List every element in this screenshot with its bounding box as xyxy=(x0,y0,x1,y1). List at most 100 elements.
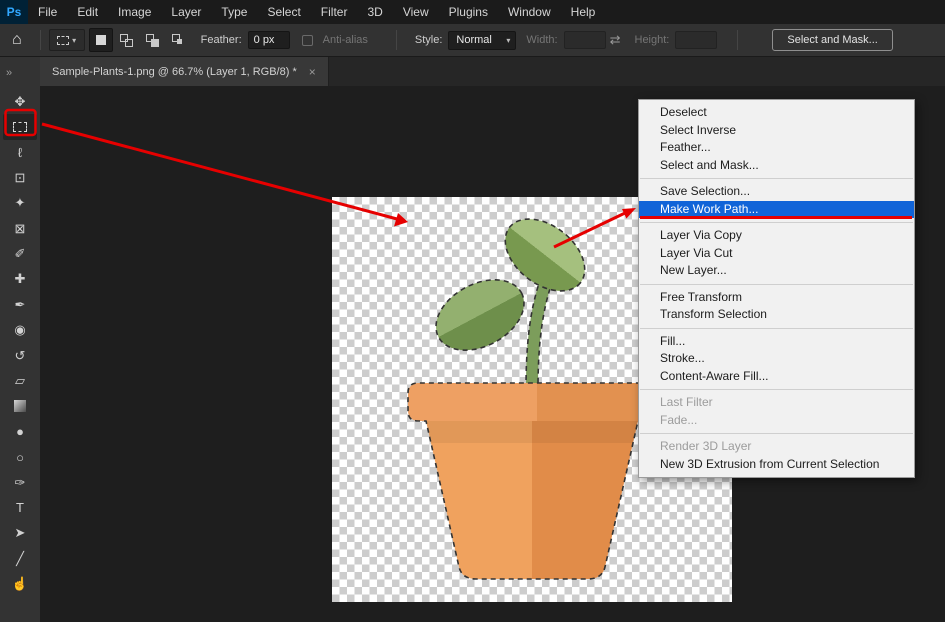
brush-tool[interactable]: ✒ xyxy=(3,292,37,317)
subtract-selection-icon xyxy=(146,34,159,47)
chevron-down-icon: ▾ xyxy=(72,36,76,45)
menu-item-layer-via-cut[interactable]: Layer Via Cut xyxy=(639,245,914,263)
healing-brush-icon: ✚ xyxy=(15,271,26,287)
menu-item-feather[interactable]: Feather... xyxy=(639,139,914,157)
menu-separator xyxy=(640,433,913,434)
menu-file[interactable]: File xyxy=(28,0,67,24)
home-icon[interactable]: ⌂ xyxy=(12,31,22,49)
menu-edit[interactable]: Edit xyxy=(67,0,108,24)
add-selection-icon xyxy=(120,34,133,47)
style-label: Style: xyxy=(415,34,443,46)
menu-item-stroke[interactable]: Stroke... xyxy=(639,350,914,368)
menu-item-last-filter: Last Filter xyxy=(639,394,914,412)
subtract-from-selection-button[interactable] xyxy=(141,28,165,52)
move-tool[interactable]: ✥ xyxy=(3,89,37,114)
dodge-icon: ○ xyxy=(16,450,24,465)
menu-item-make-work-path[interactable]: Make Work Path... xyxy=(639,201,914,219)
dodge-tool[interactable]: ○ xyxy=(3,444,37,469)
new-selection-button[interactable] xyxy=(89,28,113,52)
selection-mode-group xyxy=(89,28,191,52)
eraser-tool[interactable]: ▱ xyxy=(3,368,37,393)
menu-item-transform-selection[interactable]: Transform Selection xyxy=(639,306,914,324)
menu-item-select-inverse[interactable]: Select Inverse xyxy=(639,122,914,140)
hand-icon: ☝ xyxy=(12,576,28,592)
move-icon: ✥ xyxy=(15,94,26,110)
menu-type[interactable]: Type xyxy=(211,0,257,24)
menu-item-deselect[interactable]: Deselect xyxy=(639,104,914,122)
eyedropper-tool[interactable]: ✐ xyxy=(3,241,37,266)
menu-item-free-transform[interactable]: Free Transform xyxy=(639,289,914,307)
add-to-selection-button[interactable] xyxy=(115,28,139,52)
pot-shadow-band xyxy=(426,421,638,443)
eyedropper-icon: ✐ xyxy=(15,246,26,262)
menu-item-layer-via-copy[interactable]: Layer Via Copy xyxy=(639,227,914,245)
gradient-tool[interactable] xyxy=(3,394,37,419)
collapse-panel-icon[interactable]: » xyxy=(0,57,40,89)
menu-separator xyxy=(640,222,913,223)
height-input[interactable] xyxy=(675,31,717,49)
rectangular-marquee-tool[interactable] xyxy=(3,114,37,139)
document-tab[interactable]: Sample-Plants-1.png @ 66.7% (Layer 1, RG… xyxy=(40,57,329,86)
line-tool[interactable]: ╱ xyxy=(3,546,37,571)
history-brush-tool[interactable]: ↺ xyxy=(3,343,37,368)
close-icon[interactable]: × xyxy=(309,65,316,79)
type-icon: T xyxy=(16,500,24,515)
lasso-tool[interactable]: ℓ xyxy=(3,140,37,165)
menu-item-select-and-mask[interactable]: Select and Mask... xyxy=(639,157,914,175)
menu-help[interactable]: Help xyxy=(561,0,606,24)
marquee-icon xyxy=(57,36,69,45)
line-icon: ╱ xyxy=(16,551,24,567)
menu-separator xyxy=(640,389,913,390)
menu-view[interactable]: View xyxy=(393,0,439,24)
menu-item-fade: Fade... xyxy=(639,412,914,430)
frame-tool[interactable]: ⊠ xyxy=(3,216,37,241)
feather-label: Feather: xyxy=(201,34,242,46)
intersect-selection-button[interactable] xyxy=(167,28,191,52)
path-selection-tool[interactable]: ➤ xyxy=(3,521,37,546)
feather-input[interactable]: 0 px xyxy=(248,31,290,49)
menu-window[interactable]: Window xyxy=(498,0,561,24)
menu-filter[interactable]: Filter xyxy=(311,0,358,24)
menu-separator xyxy=(640,284,913,285)
path-selection-icon: ➤ xyxy=(15,525,26,541)
plant-leaf-left xyxy=(424,266,536,365)
menu-select[interactable]: Select xyxy=(257,0,310,24)
swap-dimensions-icon[interactable]: ⇄ xyxy=(610,32,621,48)
divider xyxy=(737,30,738,50)
width-input[interactable] xyxy=(564,31,606,49)
blur-tool[interactable]: ● xyxy=(3,419,37,444)
menu-3d[interactable]: 3D xyxy=(357,0,392,24)
menu-item-save-selection[interactable]: Save Selection... xyxy=(639,183,914,201)
divider xyxy=(396,30,397,50)
menu-item-content-aware-fill[interactable]: Content-Aware Fill... xyxy=(639,368,914,386)
quick-selection-tool[interactable]: ✦ xyxy=(3,191,37,216)
tools-panel: » ✥ ℓ ⊡ ✦ ⊠ ✐ ✚ ✒ ◉ ↺ ▱ ● ○ ✑ T ➤ ╱ ☝ xyxy=(0,57,40,622)
object-selection-tool[interactable]: ⊡ xyxy=(3,165,37,190)
menu-item-fill[interactable]: Fill... xyxy=(639,333,914,351)
brush-icon: ✒ xyxy=(15,297,26,313)
select-and-mask-button[interactable]: Select and Mask... xyxy=(772,29,893,51)
menu-plugins[interactable]: Plugins xyxy=(439,0,498,24)
menu-item-new-3d-extrusion[interactable]: New 3D Extrusion from Current Selection xyxy=(639,456,914,474)
style-select[interactable]: Normal ▾ xyxy=(448,31,516,50)
hand-tool[interactable]: ☝ xyxy=(3,571,37,596)
tool-preset-dropdown[interactable]: ▾ xyxy=(49,29,85,51)
menu-layer[interactable]: Layer xyxy=(161,0,211,24)
menu-item-new-layer[interactable]: New Layer... xyxy=(639,262,914,280)
type-tool[interactable]: T xyxy=(3,495,37,520)
menu-image[interactable]: Image xyxy=(108,0,161,24)
menu-separator xyxy=(640,178,913,179)
rectangular-marquee-icon xyxy=(13,122,27,132)
anti-alias-checkbox[interactable] xyxy=(302,35,313,46)
pen-tool[interactable]: ✑ xyxy=(3,470,37,495)
menu-separator xyxy=(640,328,913,329)
eraser-icon: ▱ xyxy=(15,373,25,389)
document-tab-bar: Sample-Plants-1.png @ 66.7% (Layer 1, RG… xyxy=(40,57,945,86)
healing-brush-tool[interactable]: ✚ xyxy=(3,267,37,292)
new-selection-icon xyxy=(96,35,106,45)
lasso-icon: ℓ xyxy=(18,145,22,160)
menu-item-render-3d-layer: Render 3D Layer xyxy=(639,438,914,456)
photoshop-logo: Ps xyxy=(0,0,28,24)
clone-stamp-tool[interactable]: ◉ xyxy=(3,318,37,343)
document-tab-title: Sample-Plants-1.png @ 66.7% (Layer 1, RG… xyxy=(52,66,297,78)
